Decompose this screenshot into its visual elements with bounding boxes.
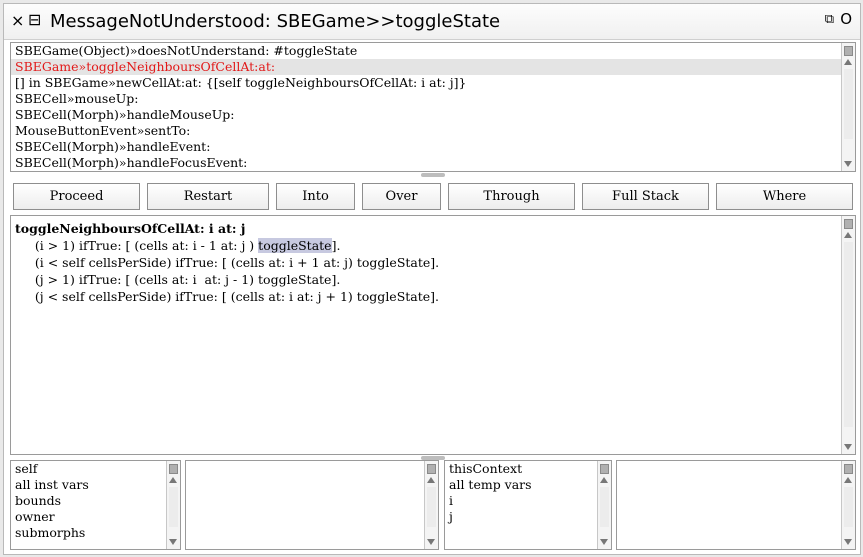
context-fields-list[interactable]: thisContext all temp vars i j	[444, 460, 612, 550]
stack-scrollbar[interactable]	[841, 43, 855, 171]
scrollbar-track[interactable]	[844, 69, 853, 139]
field-item[interactable]: submorphs	[11, 525, 166, 541]
stack-frame[interactable]: [] in SBEGame»newCellAt:at: {[self toggl…	[11, 75, 841, 91]
field-item[interactable]: j	[445, 509, 597, 525]
scroll-down-arrow-icon[interactable]	[844, 161, 852, 167]
code-text: ].	[331, 238, 341, 253]
stack-list[interactable]: SBEGame(Object)»doesNotUnderstand: #togg…	[10, 42, 856, 172]
receiver-value-scrollbar[interactable]	[424, 461, 438, 549]
code-line[interactable]: (i > 1) ifTrue: [ (cells at: i - 1 at: j…	[11, 237, 841, 254]
stack-frame[interactable]: SBECell(Morph)»handleEvent:	[11, 139, 841, 155]
over-button[interactable]: Over	[362, 183, 441, 210]
stack-frame[interactable]: SBECell(Morph)»handleMouseUp:	[11, 107, 841, 123]
scroll-up-arrow-icon[interactable]	[844, 477, 852, 483]
receiver-value-pane[interactable]	[185, 460, 439, 550]
stack-frame-selected[interactable]: SBEGame»toggleNeighboursOfCellAt:at:	[11, 59, 841, 75]
scroll-down-arrow-icon[interactable]	[844, 444, 852, 450]
scroll-up-arrow-icon[interactable]	[844, 232, 852, 238]
context-value-pane[interactable]	[616, 460, 856, 550]
collapse-icon[interactable]: ⧉	[825, 13, 834, 27]
code-line[interactable]: (j > 1) ifTrue: [ (cells at: i at: j - 1…	[11, 271, 841, 288]
stack-frame[interactable]: SBEGame(Object)»doesNotUnderstand: #togg…	[11, 43, 841, 59]
scroll-up-arrow-icon[interactable]	[427, 477, 435, 483]
expand-icon[interactable]: O	[840, 11, 852, 27]
close-icon[interactable]: ×	[11, 12, 24, 30]
code-line[interactable]: (j < self cellsPerSide) ifTrue: [ (cells…	[11, 288, 841, 305]
field-item[interactable]: bounds	[11, 493, 166, 509]
context-value-scrollbar[interactable]	[841, 461, 855, 549]
scroll-down-arrow-icon[interactable]	[600, 539, 608, 545]
code-text: (i > 1) ifTrue: [ (cells at: i - 1 at: j…	[15, 238, 259, 253]
context-fields-scrollbar[interactable]	[597, 461, 611, 549]
scrollbar-thumb[interactable]	[844, 219, 853, 229]
scroll-up-arrow-icon[interactable]	[844, 59, 852, 65]
restart-button[interactable]: Restart	[147, 183, 269, 210]
debugger-toolbar: Proceed Restart Into Over Through Full S…	[13, 183, 853, 210]
stack-frame[interactable]: SBECell(Morph)»handleFocusEvent:	[11, 155, 841, 171]
highlighted-selector[interactable]: toggleState	[258, 238, 332, 253]
scrollbar-thumb[interactable]	[844, 46, 853, 56]
field-item[interactable]: self	[11, 461, 166, 477]
scrollbar-track[interactable]	[169, 487, 178, 527]
scrollbar-thumb[interactable]	[844, 464, 853, 474]
field-item[interactable]: thisContext	[445, 461, 597, 477]
scrollbar-track[interactable]	[844, 242, 853, 427]
scrollbar-thumb[interactable]	[169, 464, 178, 474]
window-menu-icon[interactable]: ⊟	[28, 11, 41, 29]
through-button[interactable]: Through	[448, 183, 575, 210]
into-button[interactable]: Into	[276, 183, 355, 210]
scroll-down-arrow-icon[interactable]	[427, 539, 435, 545]
stack-frame[interactable]: MouseButtonEvent»sentTo:	[11, 123, 841, 139]
scroll-up-arrow-icon[interactable]	[600, 477, 608, 483]
full-stack-button[interactable]: Full Stack	[582, 183, 709, 210]
stack-frame[interactable]: SBECell»mouseUp:	[11, 91, 841, 107]
field-item[interactable]: all temp vars	[445, 477, 597, 493]
scrollbar-track[interactable]	[427, 487, 436, 527]
code-scrollbar[interactable]	[841, 216, 855, 454]
title-bar[interactable]: × ⊟ MessageNotUnderstood: SBEGame>>toggl…	[4, 4, 860, 40]
receiver-fields-scrollbar[interactable]	[166, 461, 180, 549]
code-line[interactable]: (i < self cellsPerSide) ifTrue: [ (cells…	[11, 254, 841, 271]
scroll-down-arrow-icon[interactable]	[844, 539, 852, 545]
field-item[interactable]: i	[445, 493, 597, 509]
pane-splitter[interactable]	[421, 173, 445, 177]
scrollbar-thumb[interactable]	[600, 464, 609, 474]
scroll-up-arrow-icon[interactable]	[169, 477, 177, 483]
debugger-window: × ⊟ MessageNotUnderstood: SBEGame>>toggl…	[3, 3, 861, 555]
proceed-button[interactable]: Proceed	[13, 183, 140, 210]
where-button[interactable]: Where	[716, 183, 853, 210]
receiver-fields-list[interactable]: self all inst vars bounds owner submorph…	[10, 460, 181, 550]
scroll-down-arrow-icon[interactable]	[169, 539, 177, 545]
code-editor[interactable]: toggleNeighboursOfCellAt: i at: j (i > 1…	[10, 215, 856, 455]
scrollbar-track[interactable]	[600, 487, 609, 527]
field-item[interactable]: all inst vars	[11, 477, 166, 493]
window-title: MessageNotUnderstood: SBEGame>>toggleSta…	[50, 11, 501, 32]
scrollbar-thumb[interactable]	[427, 464, 436, 474]
scrollbar-track[interactable]	[844, 487, 853, 527]
method-signature[interactable]: toggleNeighboursOfCellAt: i at: j	[11, 220, 841, 237]
field-item[interactable]: owner	[11, 509, 166, 525]
